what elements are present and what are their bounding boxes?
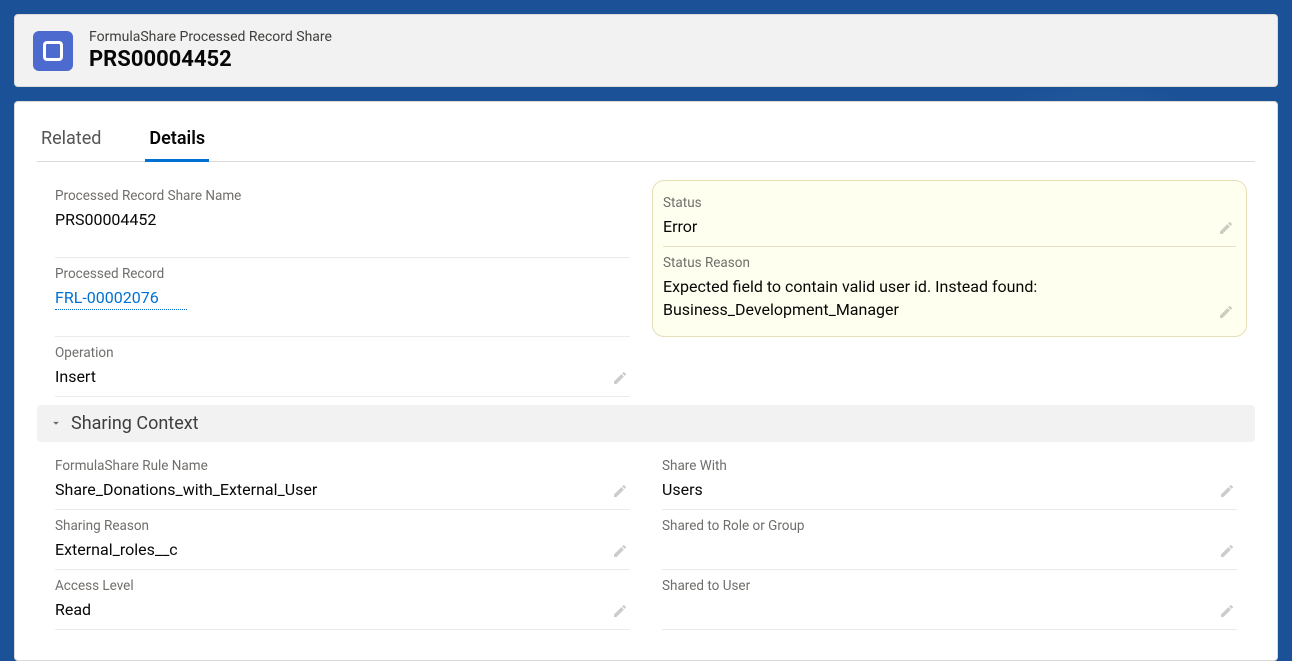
field-shared-to-role-or-group: Shared to Role or Group	[662, 510, 1237, 570]
field-label: Shared to Role or Group	[662, 518, 1237, 534]
pencil-icon[interactable]	[1218, 220, 1234, 236]
field-label: Status Reason	[663, 255, 1236, 271]
field-formulashare-rule-name: FormulaShare Rule Name Share_Donations_w…	[55, 450, 630, 510]
pencil-icon[interactable]	[612, 543, 628, 559]
field-operation: Operation Insert	[55, 337, 630, 397]
field-value: Error	[663, 215, 1236, 238]
chevron-down-icon	[49, 416, 63, 430]
pencil-icon[interactable]	[612, 483, 628, 499]
field-access-level: Access Level Read	[55, 570, 630, 630]
field-value: Share_Donations_with_External_User	[55, 478, 630, 501]
record-icon	[33, 31, 73, 71]
field-label: Processed Record Share Name	[55, 188, 630, 204]
field-value: Read	[55, 598, 630, 621]
pencil-icon[interactable]	[1219, 603, 1235, 619]
pencil-icon[interactable]	[612, 603, 628, 619]
detail-panel: Related Details Processed Record Share N…	[14, 101, 1278, 661]
tab-details[interactable]: Details	[145, 120, 209, 161]
field-label: Processed Record	[55, 266, 630, 282]
field-sharing-reason: Sharing Reason External_roles__c	[55, 510, 630, 570]
field-value: External_roles__c	[55, 538, 630, 561]
field-value: PRS00004452	[55, 208, 630, 231]
record-title: PRS00004452	[89, 47, 332, 72]
field-value: Expected field to contain valid user id.…	[663, 275, 1236, 321]
pencil-icon[interactable]	[612, 370, 628, 386]
field-status-reason: Status Reason Expected field to contain …	[663, 247, 1236, 329]
field-share-with: Share With Users	[662, 450, 1237, 510]
field-label: Shared to User	[662, 578, 1237, 594]
field-value: Insert	[55, 365, 630, 388]
field-label: Share With	[662, 458, 1237, 474]
field-label: Sharing Reason	[55, 518, 630, 534]
field-value: Users	[662, 478, 1237, 501]
pencil-icon[interactable]	[1218, 304, 1234, 320]
section-sharing-context[interactable]: Sharing Context	[37, 405, 1255, 442]
field-label: Operation	[55, 345, 630, 361]
field-processed-record-share-name: Processed Record Share Name PRS00004452	[55, 180, 630, 258]
pencil-icon[interactable]	[1219, 543, 1235, 559]
field-value	[662, 538, 1237, 560]
record-header: FormulaShare Processed Record Share PRS0…	[14, 14, 1278, 87]
status-highlight: Status Error Status Reason Expected fiel…	[652, 180, 1247, 337]
field-status: Status Error	[663, 187, 1236, 247]
field-shared-to-user: Shared to User	[662, 570, 1237, 630]
field-label: FormulaShare Rule Name	[55, 458, 630, 474]
field-label: Status	[663, 195, 1236, 211]
field-value	[662, 598, 1237, 620]
object-label: FormulaShare Processed Record Share	[89, 29, 332, 45]
tab-related[interactable]: Related	[37, 120, 105, 161]
section-title: Sharing Context	[71, 413, 199, 434]
tabset: Related Details	[37, 120, 1255, 162]
field-processed-record: Processed Record FRL-00002076	[55, 258, 630, 337]
pencil-icon[interactable]	[1219, 483, 1235, 499]
processed-record-link[interactable]: FRL-00002076	[55, 286, 187, 310]
field-label: Access Level	[55, 578, 630, 594]
